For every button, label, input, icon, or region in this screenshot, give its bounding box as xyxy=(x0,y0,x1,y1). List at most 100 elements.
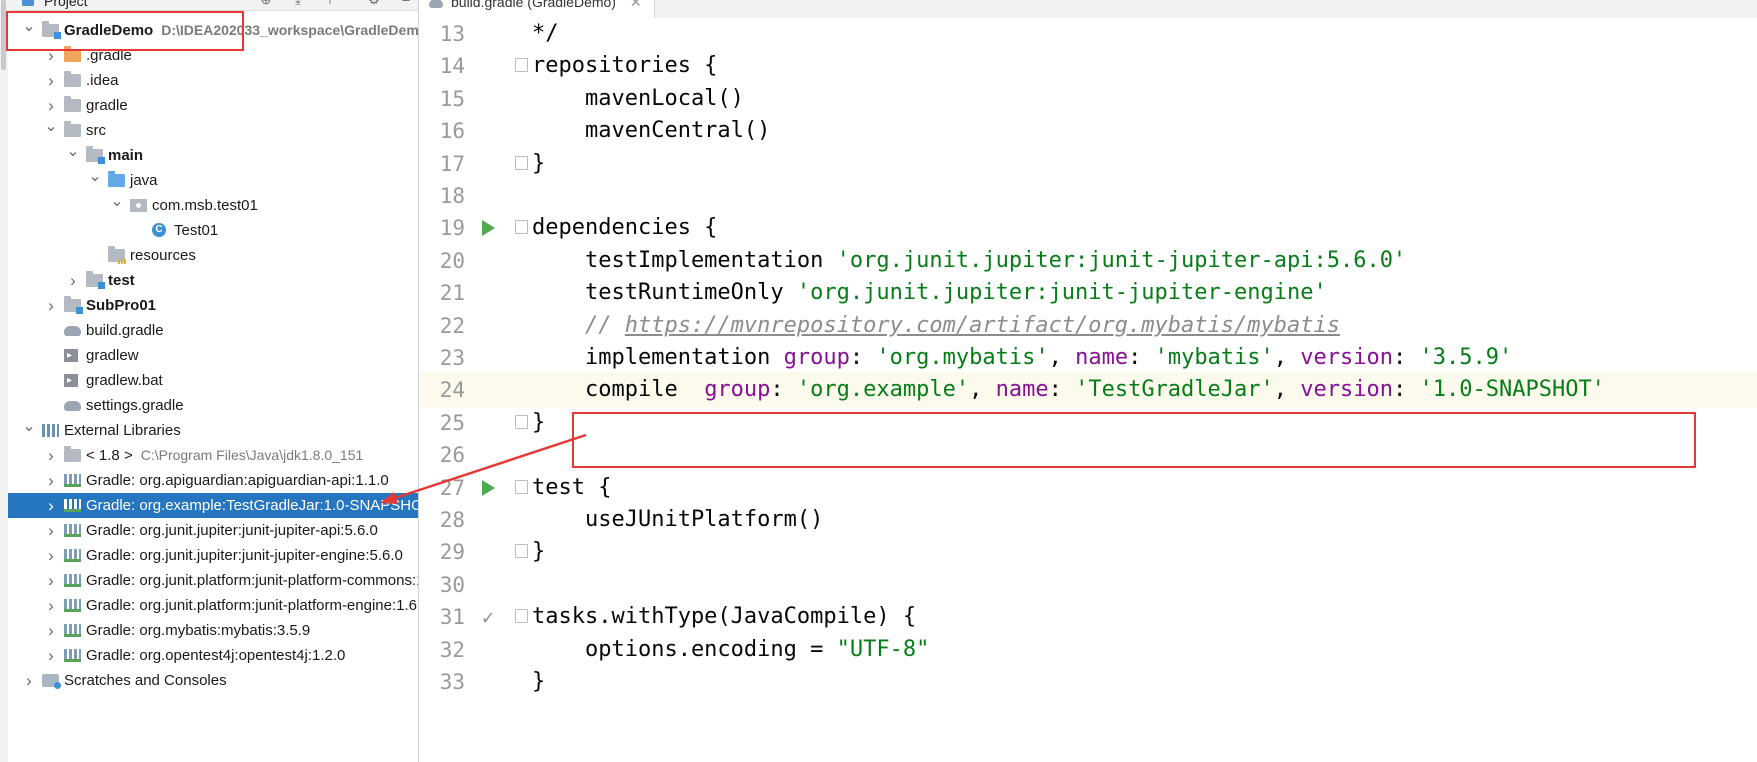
tree-item[interactable]: › Gradle: org.junit.jupiter:junit-jupiter… xyxy=(8,518,418,543)
code-line[interactable]: 30 xyxy=(419,567,1757,603)
code-line[interactable]: 33} xyxy=(419,664,1757,700)
code-line[interactable]: 23 implementation group: 'org.mybatis', … xyxy=(419,340,1757,376)
gear-icon[interactable]: ⚙ xyxy=(366,0,382,6)
chevron-right-icon[interactable]: › xyxy=(44,468,58,493)
code-line[interactable]: 16 mavenCentral() xyxy=(419,113,1757,149)
chevron-right-icon[interactable]: › xyxy=(44,293,58,318)
fold-marker-icon[interactable] xyxy=(515,544,528,559)
chevron-right-icon[interactable]: › xyxy=(22,668,36,693)
tree-item[interactable]: ⌄ src xyxy=(8,118,418,143)
tree-item[interactable]: › .gradle xyxy=(8,43,418,68)
tree-item[interactable]: › gradle xyxy=(8,93,418,118)
code-line[interactable]: 31 ✓ tasks.withType(JavaCompile) { xyxy=(419,599,1757,635)
code-text[interactable]: */ xyxy=(532,16,559,52)
line-number[interactable]: 18 xyxy=(419,178,465,214)
code-text[interactable]: dependencies { xyxy=(532,210,717,246)
tree-item[interactable]: › test xyxy=(8,268,418,293)
tree-item[interactable]: ⌄ External Libraries xyxy=(8,418,418,443)
code-line[interactable]: 13 */ xyxy=(419,16,1757,52)
tree-item[interactable]: C Test01 xyxy=(8,218,418,243)
code-text[interactable]: } xyxy=(532,146,545,182)
code-line[interactable]: 25} xyxy=(419,405,1757,441)
tree-item[interactable]: › < 1.8 > C:\Program Files\Java\jdk1.8.0_1… xyxy=(8,443,418,468)
code-text[interactable]: mavenLocal() xyxy=(532,81,744,117)
tree-item[interactable]: › .idea xyxy=(8,68,418,93)
chevron-right-icon[interactable]: › xyxy=(44,618,58,643)
code-line[interactable]: 26 xyxy=(419,437,1757,473)
fold-marker-icon[interactable] xyxy=(515,609,528,624)
tree-item[interactable]: › Gradle: org.apiguardian:apiguardian-api… xyxy=(8,468,418,493)
code-text[interactable]: mavenCentral() xyxy=(532,113,770,149)
code-line[interactable]: 22 // https://mvnrepository.com/artifact… xyxy=(419,308,1757,344)
tree-item[interactable]: › Gradle: org.example:TestGradleJar:1.0-S… xyxy=(8,493,418,518)
code-text[interactable]: repositories { xyxy=(532,48,717,84)
code-line[interactable]: 18 xyxy=(419,178,1757,214)
collapse-all-icon[interactable]: ⤒ xyxy=(322,0,338,6)
code-text[interactable]: testImplementation 'org.junit.jupiter:ju… xyxy=(532,243,1406,279)
line-number[interactable]: 26 xyxy=(419,437,465,473)
chevron-right-icon[interactable]: › xyxy=(44,68,58,93)
tree-item[interactable]: › Gradle: org.junit.jupiter:junit-jupiter… xyxy=(8,543,418,568)
tree-item[interactable]: gradlew.bat xyxy=(8,368,418,393)
fold-marker-icon[interactable] xyxy=(515,414,528,429)
code-text[interactable]: } xyxy=(532,534,545,570)
line-number[interactable]: 27 xyxy=(419,470,465,506)
tree-item[interactable]: › SubPro01 xyxy=(8,293,418,318)
code-line[interactable]: 21 testRuntimeOnly 'org.junit.jupiter:ju… xyxy=(419,275,1757,311)
line-number[interactable]: 30 xyxy=(419,567,465,603)
chevron-right-icon[interactable]: › xyxy=(44,593,58,618)
line-number[interactable]: 17 xyxy=(419,146,465,182)
tree-item[interactable]: gradlew xyxy=(8,343,418,368)
close-icon[interactable]: ✕ xyxy=(630,0,642,10)
line-number[interactable]: 15 xyxy=(419,81,465,117)
code-line[interactable]: 28 useJUnitPlatform() xyxy=(419,502,1757,538)
code-text[interactable]: options.encoding = "UTF-8" xyxy=(532,632,929,668)
code-line[interactable]: 20 testImplementation 'org.junit.jupiter… xyxy=(419,243,1757,279)
line-number[interactable]: 16 xyxy=(419,113,465,149)
code-editor[interactable]: 13 */14 repositories {15 mavenLocal() 16 ma… xyxy=(419,18,1757,762)
code-text[interactable]: } xyxy=(532,664,545,700)
code-text[interactable]: testRuntimeOnly 'org.junit.jupiter:junit… xyxy=(532,275,1327,311)
tree-item[interactable]: › Gradle: org.junit.platform:junit-platfo… xyxy=(8,568,418,593)
code-line[interactable]: 27 test { xyxy=(419,470,1757,506)
code-text[interactable]: useJUnitPlatform() xyxy=(532,502,823,538)
code-line[interactable]: 14 repositories { xyxy=(419,48,1757,84)
locate-file-icon[interactable]: ⊕ xyxy=(258,0,274,6)
code-line[interactable]: 24 compile group: 'org.example', name: '… xyxy=(419,372,1757,409)
chevron-down-icon[interactable]: ⌄ xyxy=(22,18,36,43)
fold-marker-icon[interactable] xyxy=(515,155,528,170)
tree-item[interactable]: › Gradle: org.opentest4j:opentest4j:1.2.0 xyxy=(8,643,418,668)
code-text[interactable]: implementation group: 'org.mybatis', nam… xyxy=(532,340,1512,376)
line-number[interactable]: 31 xyxy=(419,599,465,635)
tree-item[interactable]: ⌄ java xyxy=(8,168,418,193)
code-line[interactable]: 19 dependencies { xyxy=(419,210,1757,246)
code-text[interactable]: test { xyxy=(532,470,611,506)
line-number[interactable]: 19 xyxy=(419,210,465,246)
project-view-icon[interactable] xyxy=(22,0,34,6)
chevron-down-icon[interactable]: ⌄ xyxy=(88,168,102,193)
code-line[interactable]: 15 mavenLocal() xyxy=(419,81,1757,117)
line-number[interactable]: 32 xyxy=(419,632,465,668)
tree-item[interactable]: build.gradle xyxy=(8,318,418,343)
expand-all-icon[interactable]: ⤓ xyxy=(290,0,306,6)
project-panel-title[interactable]: Project xyxy=(44,0,88,9)
minimize-icon[interactable]: – xyxy=(398,0,414,6)
line-number[interactable]: 20 xyxy=(419,243,465,279)
chevron-right-icon[interactable]: › xyxy=(44,643,58,668)
tree-item[interactable]: resources xyxy=(8,243,418,268)
line-number[interactable]: 14 xyxy=(419,48,465,84)
chevron-down-icon[interactable]: ⌄ xyxy=(66,143,80,168)
chevron-down-icon[interactable]: ⌄ xyxy=(22,418,36,443)
code-text[interactable]: } xyxy=(532,405,545,441)
line-number[interactable]: 24 xyxy=(419,372,465,408)
line-number[interactable]: 25 xyxy=(419,405,465,441)
chevron-right-icon[interactable]: › xyxy=(44,543,58,568)
line-number[interactable]: 29 xyxy=(419,534,465,570)
line-number[interactable]: 28 xyxy=(419,502,465,538)
code-text[interactable]: // https://mvnrepository.com/artifact/or… xyxy=(532,308,1340,344)
fold-marker-icon[interactable] xyxy=(515,220,528,235)
code-line[interactable]: 29} xyxy=(419,534,1757,570)
chevron-right-icon[interactable]: › xyxy=(44,443,58,468)
chevron-down-icon[interactable]: ⌄ xyxy=(110,193,124,218)
fold-marker-icon[interactable] xyxy=(515,479,528,494)
